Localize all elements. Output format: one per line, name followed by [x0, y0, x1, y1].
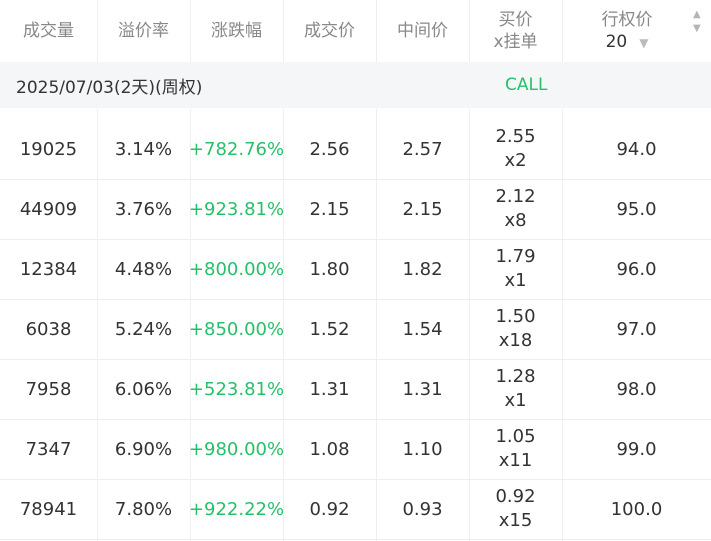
last-price-cell: 1.08	[309, 438, 350, 460]
strike-cell: 97.0	[616, 318, 657, 340]
bid-size: x1	[504, 270, 527, 291]
mid-price-cell: 2.57	[402, 138, 443, 160]
bid-cell: 1.28 x1	[469, 359, 562, 419]
strike-cell: 100.0	[610, 498, 663, 520]
bid-size: x18	[498, 330, 533, 351]
header-strike[interactable]: 行权价 20 ▼	[562, 0, 692, 62]
change-cell: +923.81%	[188, 198, 285, 220]
table-row[interactable]: 44909 3.76% +923.81% 2.15 2.15 2.12 x8 95…	[0, 179, 711, 240]
header-mid-label: 中间价	[397, 21, 448, 41]
mid-price-cell: 0.93	[402, 498, 443, 520]
mid-price-cell: 1.82	[402, 258, 443, 280]
premium-cell: 6.90%	[114, 438, 173, 460]
strike-cell: 94.0	[616, 138, 657, 160]
column-divider	[562, 0, 563, 62]
column-divider	[376, 0, 377, 62]
header-volume[interactable]: 成交量	[0, 0, 97, 62]
volume-cell: 7347	[25, 438, 72, 460]
bid-price: 1.79	[495, 246, 536, 267]
last-price-cell: 0.92	[309, 498, 350, 520]
premium-cell: 3.76%	[114, 198, 173, 220]
bid-price: 2.12	[495, 186, 536, 207]
column-divider	[97, 0, 98, 62]
volume-cell: 7958	[25, 378, 72, 400]
strike-cell: 95.0	[616, 198, 657, 220]
table-row[interactable]: 19025 3.14% +782.76% 2.56 2.57 2.55 x2 94…	[0, 119, 711, 180]
change-cell: +782.76%	[188, 138, 285, 160]
column-divider	[190, 0, 191, 62]
volume-cell: 78941	[19, 498, 78, 520]
header-premium-label: 溢价率	[118, 21, 169, 41]
bid-cell: 1.05 x11	[469, 419, 562, 479]
sort-icon[interactable]: ▲ ▼	[693, 8, 701, 36]
bid-cell: 1.79 x1	[469, 239, 562, 299]
header-bid-size-label: x挂单	[493, 32, 538, 52]
last-price-cell: 1.80	[309, 258, 350, 280]
table-header: 成交量 溢价率 涨跌幅 成交价 中间价 买价 x挂单 行权价 20 ▼ ▲ ▼	[0, 0, 711, 63]
strike-cell: 98.0	[616, 378, 657, 400]
bid-size: x8	[504, 210, 527, 231]
header-strike-label: 行权价	[601, 9, 653, 30]
bid-price: 0.92	[495, 486, 536, 507]
bid-price: 2.55	[495, 126, 536, 147]
table-row[interactable]: 7347 6.90% +980.00% 1.08 1.10 1.05 x11 99…	[0, 419, 711, 480]
header-change-label: 涨跌幅	[211, 21, 262, 41]
bid-size: x15	[498, 510, 533, 531]
header-last[interactable]: 成交价	[283, 0, 376, 62]
change-cell: +523.81%	[188, 378, 285, 400]
mid-price-cell: 1.31	[402, 378, 443, 400]
last-price-cell: 2.15	[309, 198, 350, 220]
volume-cell: 44909	[19, 198, 78, 220]
premium-cell: 7.80%	[114, 498, 173, 520]
header-mid[interactable]: 中间价	[376, 0, 469, 62]
mid-price-cell: 2.15	[402, 198, 443, 220]
header-premium[interactable]: 溢价率	[97, 0, 190, 62]
expiry-group-header[interactable]: 2025/07/03(2天)(周权) CALL	[0, 62, 711, 108]
bid-price: 1.05	[495, 426, 536, 447]
premium-cell: 3.14%	[114, 138, 173, 160]
call-label: CALL	[505, 75, 548, 95]
bid-size: x1	[504, 390, 527, 411]
table-row[interactable]: 78941 7.80% +922.22% 0.92 0.93 0.92 x15 1…	[0, 479, 711, 540]
bid-cell: 2.55 x2	[469, 119, 562, 179]
last-price-cell: 1.52	[309, 318, 350, 340]
strike-cell: 99.0	[616, 438, 657, 460]
bid-size: x11	[498, 450, 533, 471]
change-cell: +980.00%	[188, 438, 285, 460]
mid-price-cell: 1.10	[402, 438, 443, 460]
strike-count-selector[interactable]: 20 ▼	[606, 31, 649, 54]
volume-cell: 6038	[25, 318, 72, 340]
bid-size: x2	[504, 150, 527, 171]
strike-count-value: 20	[605, 31, 628, 52]
table-row[interactable]: 12384 4.48% +800.00% 1.80 1.82 1.79 x1 96…	[0, 239, 711, 300]
premium-cell: 4.48%	[114, 258, 173, 280]
column-divider	[469, 0, 470, 62]
chevron-down-icon: ▼	[639, 35, 649, 50]
expiry-date: 2025/07/03(2天)(周权)	[16, 77, 203, 98]
bid-price: 1.28	[495, 366, 536, 387]
header-last-label: 成交价	[304, 21, 355, 41]
header-bid-label: 买价	[498, 10, 533, 30]
bid-cell: 0.92 x15	[469, 479, 562, 539]
last-price-cell: 1.31	[309, 378, 350, 400]
strike-cell: 96.0	[616, 258, 657, 280]
table-row[interactable]: 6038 5.24% +850.00% 1.52 1.54 1.50 x18 97…	[0, 299, 711, 360]
column-divider	[283, 0, 284, 62]
change-cell: +850.00%	[188, 318, 285, 340]
change-cell: +800.00%	[188, 258, 285, 280]
change-cell: +922.22%	[188, 498, 285, 520]
header-bid[interactable]: 买价 x挂单	[469, 0, 562, 62]
header-volume-label: 成交量	[23, 21, 74, 41]
volume-cell: 12384	[19, 258, 78, 280]
bid-cell: 1.50 x18	[469, 299, 562, 359]
table-row[interactable]: 7958 6.06% +523.81% 1.31 1.31 1.28 x1 98.…	[0, 359, 711, 420]
header-change[interactable]: 涨跌幅	[190, 0, 283, 62]
premium-cell: 5.24%	[114, 318, 173, 340]
mid-price-cell: 1.54	[402, 318, 443, 340]
bid-cell: 2.12 x8	[469, 179, 562, 239]
last-price-cell: 2.56	[309, 138, 350, 160]
volume-cell: 19025	[19, 138, 78, 160]
premium-cell: 6.06%	[114, 378, 173, 400]
bid-price: 1.50	[495, 306, 536, 327]
